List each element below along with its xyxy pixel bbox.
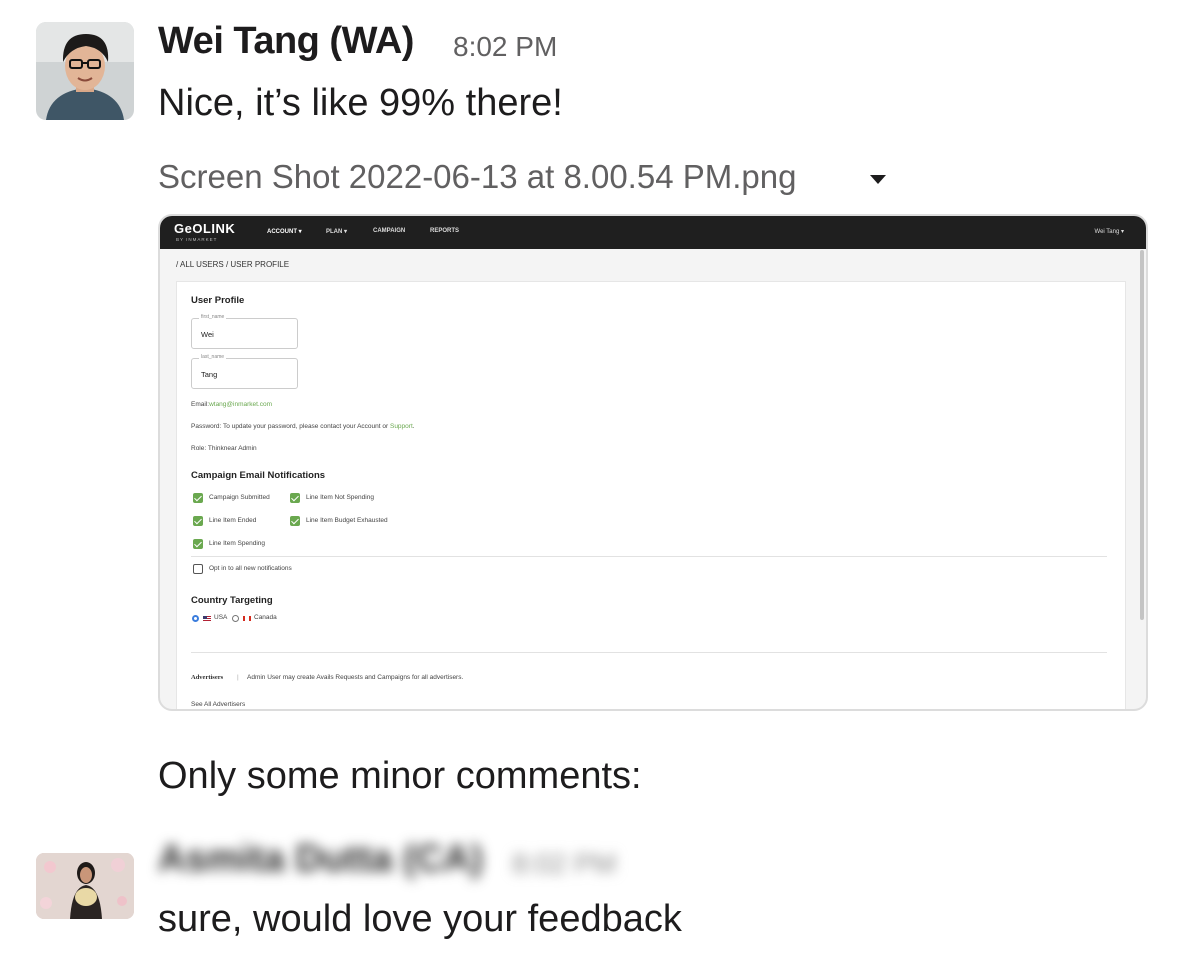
nav-campaign: CAMPAIGN bbox=[373, 228, 406, 234]
nav-plan: PLAN ▾ bbox=[326, 229, 348, 235]
scrollbar bbox=[1140, 250, 1144, 620]
checkbox-label: Line Item Not Spending bbox=[306, 494, 374, 501]
opt-in-label: Opt in to all new notifications bbox=[209, 565, 292, 572]
app-logo: GeOLINK bbox=[174, 221, 236, 236]
flag-canada-icon bbox=[243, 616, 251, 621]
checkbox-checked bbox=[193, 493, 203, 503]
radio-selected bbox=[192, 615, 199, 622]
email-value: wtang@inmarket.com bbox=[209, 401, 273, 408]
email-line: Email:wtang@inmarket.com bbox=[191, 401, 272, 408]
checkbox-checked bbox=[290, 516, 300, 526]
country-heading: Country Targeting bbox=[191, 595, 273, 606]
message-text: Nice, it’s like 99% there! bbox=[158, 82, 563, 124]
flag-usa-icon bbox=[203, 616, 211, 621]
support-link: Support bbox=[389, 423, 413, 430]
checkbox-label: Line Item Spending bbox=[209, 540, 266, 547]
app-logo-subtitle: BY INMARKET bbox=[176, 237, 218, 242]
advertisers-separator: | bbox=[237, 674, 239, 681]
email-label: Email: bbox=[191, 401, 210, 408]
nav-user: Wei Tang ▾ bbox=[1094, 229, 1124, 235]
last-name-label: last_name bbox=[199, 354, 227, 360]
password-text: Password: To update your password, pleas… bbox=[191, 423, 389, 430]
advertisers-label: Advertisers bbox=[191, 674, 224, 681]
first-name-value: Wei bbox=[201, 330, 214, 339]
first-name-label: first_name bbox=[199, 314, 227, 320]
country-canada-label: Canada bbox=[254, 614, 277, 621]
password-line: Password: To update your password, pleas… bbox=[191, 423, 415, 430]
breadcrumb: / ALL USERS / USER PROFILE bbox=[176, 260, 290, 269]
app-navbar: GeOLINK BY INMARKET ACCOUNT ▾ PLAN ▾ CAM… bbox=[160, 216, 1146, 249]
password-end: . bbox=[412, 423, 415, 430]
attachment-filename[interactable]: Screen Shot 2022-06-13 at 8.00.54 PM.png bbox=[158, 158, 796, 196]
checkbox-checked bbox=[290, 493, 300, 503]
checkbox-checked bbox=[193, 516, 203, 526]
message-text: sure, would love your feedback bbox=[158, 898, 682, 940]
profile-card: User Profile first_name Wei last_name Ta… bbox=[176, 281, 1126, 709]
image-preview[interactable]: GeOLINK BY INMARKET ACCOUNT ▾ PLAN ▾ CAM… bbox=[158, 214, 1148, 711]
nav-reports: REPORTS bbox=[430, 228, 460, 234]
avatar[interactable] bbox=[36, 22, 134, 120]
radio-unselected bbox=[232, 615, 239, 622]
message-text: Only some minor comments: bbox=[158, 755, 642, 797]
message-author[interactable]: Wei Tang (WA) bbox=[158, 20, 414, 63]
checkbox-label: Campaign Submitted bbox=[209, 494, 270, 501]
see-all-advertisers-link: See All Advertisers bbox=[191, 701, 246, 708]
divider bbox=[191, 652, 1107, 653]
divider bbox=[191, 556, 1107, 557]
role-line: Role: Thinknear Admin bbox=[191, 445, 257, 452]
country-usa-label: USA bbox=[214, 614, 228, 621]
first-name-field: first_name Wei bbox=[191, 314, 298, 349]
checkbox-label: Line Item Ended bbox=[209, 517, 257, 524]
chevron-down-icon[interactable] bbox=[870, 175, 886, 184]
message-timestamp[interactable]: 8:02 PM bbox=[512, 848, 616, 880]
notifications-heading: Campaign Email Notifications bbox=[191, 470, 326, 481]
checkbox-unchecked bbox=[193, 564, 203, 574]
advertisers-text: Admin User may create Avails Requests an… bbox=[247, 674, 464, 681]
nav-account: ACCOUNT ▾ bbox=[267, 229, 302, 235]
message-timestamp[interactable]: 8:02 PM bbox=[453, 31, 557, 63]
avatar[interactable] bbox=[36, 853, 134, 919]
checkbox-label: Line Item Budget Exhausted bbox=[306, 517, 388, 524]
message-author[interactable]: Asmita Dutta (CA) bbox=[158, 838, 483, 881]
last-name-value: Tang bbox=[201, 370, 218, 379]
checkbox-checked bbox=[193, 539, 203, 549]
last-name-field: last_name Tang bbox=[191, 354, 298, 389]
profile-heading: User Profile bbox=[191, 295, 245, 306]
